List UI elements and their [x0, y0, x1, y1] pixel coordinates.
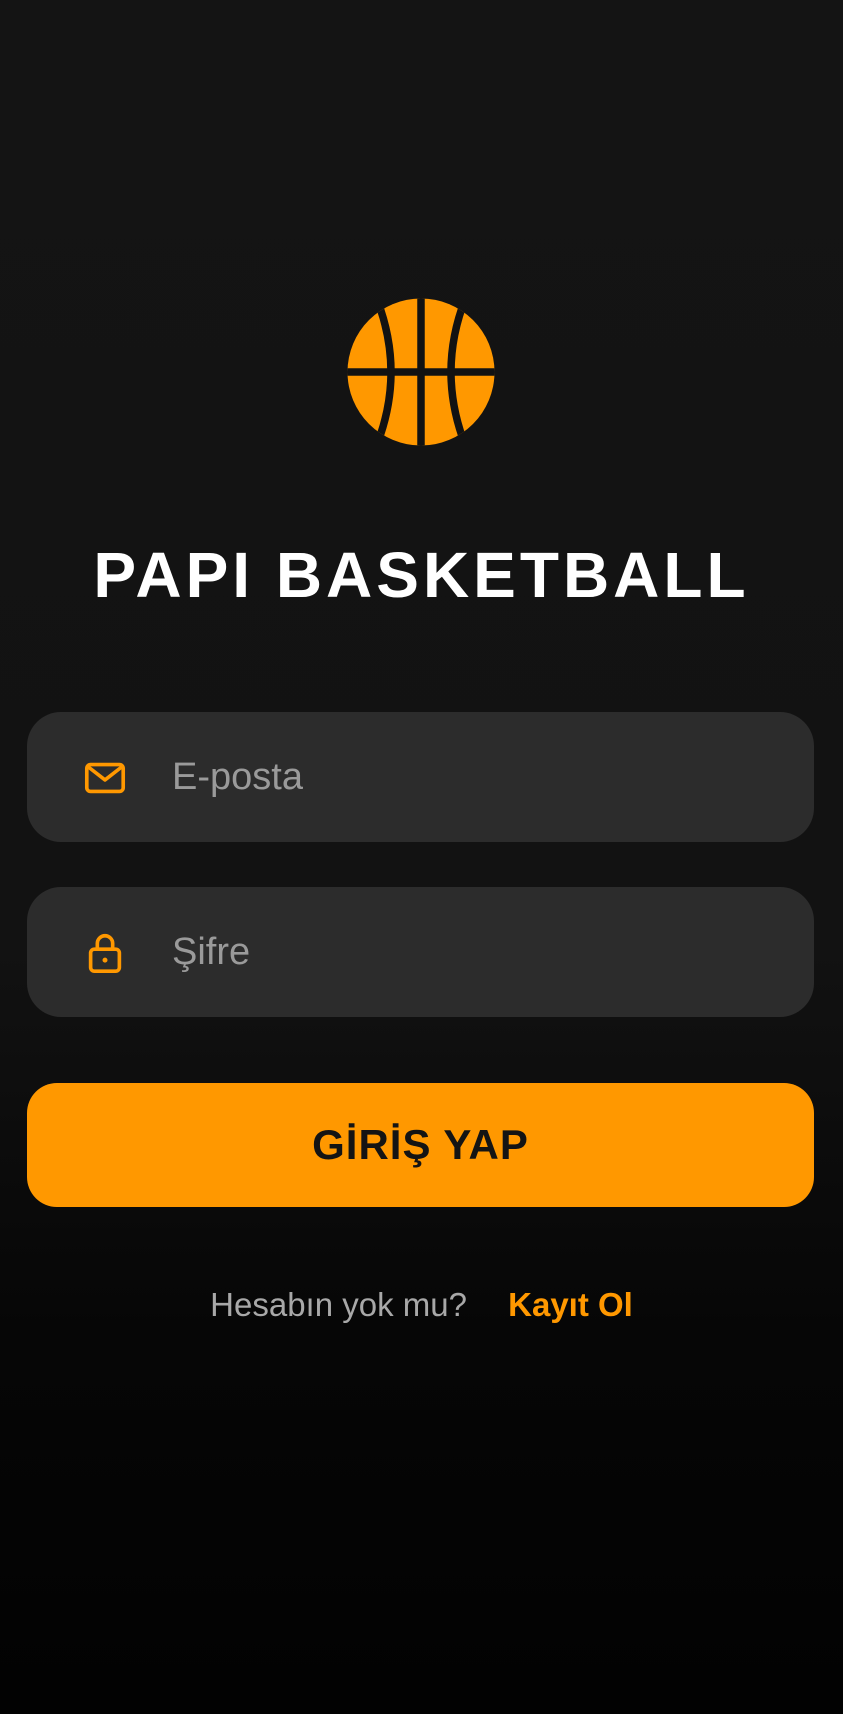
login-button[interactable]: GİRİŞ YAP [27, 1083, 814, 1207]
app-title: PAPI BASKETBALL [93, 539, 750, 611]
password-input[interactable] [145, 887, 785, 1017]
basketball-icon [347, 298, 495, 446]
email-field[interactable] [27, 712, 814, 842]
email-input[interactable] [145, 712, 785, 842]
register-row: Hesabın yok mu? Kayıt Ol [0, 1280, 843, 1330]
password-field[interactable] [27, 887, 814, 1017]
register-link[interactable]: Kayıt Ol [508, 1286, 633, 1323]
login-screen: PAPI BASKETBALL GİRİŞ YAP Hesabın yok mu… [0, 0, 843, 1714]
register-prompt: Hesabın yok mu? [210, 1286, 467, 1323]
mail-icon [84, 762, 126, 794]
lock-icon [88, 934, 122, 974]
